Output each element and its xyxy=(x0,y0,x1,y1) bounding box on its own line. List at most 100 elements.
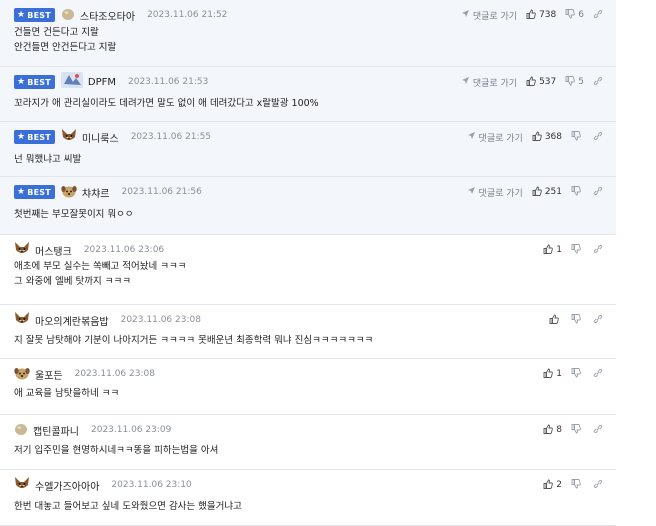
downvote-button[interactable] xyxy=(571,185,584,199)
downvote-button[interactable] xyxy=(571,478,584,492)
comment: 수엘가즈아아아 2023.11.06 23:10 한번 대놓고 들어보고 싶네 도와… xyxy=(0,470,616,526)
comment-header: 마오의계란볶음밥 2023.11.06 23:08 xyxy=(14,311,201,330)
fox-icon[interactable] xyxy=(14,311,30,330)
link-icon xyxy=(593,424,606,437)
link-button[interactable] xyxy=(593,314,606,327)
comment-header: ★ BEST 챠챠르 2023.11.06 21:56 xyxy=(14,184,202,200)
comment-actions: 댓글로 가기 537 5 xyxy=(452,74,606,90)
nickname[interactable]: 마오의계란볶음밥 xyxy=(35,313,109,328)
comment-actions: 댓글로 가기 368 xyxy=(458,129,606,145)
nickname[interactable]: 울포든 xyxy=(35,367,63,382)
upvote-button[interactable] xyxy=(549,314,562,327)
comment-header: ★ BEST DPFM 2023.11.06 21:53 xyxy=(14,72,208,92)
upvote-button[interactable]: 251 xyxy=(532,186,562,199)
link-button[interactable] xyxy=(593,131,606,144)
egg-icon[interactable] xyxy=(61,6,75,25)
downvote-button[interactable] xyxy=(571,313,584,327)
link-icon xyxy=(593,76,606,89)
nickname[interactable]: DPFM xyxy=(88,77,116,88)
fox-icon[interactable] xyxy=(14,241,30,260)
reply-label: 댓글로 가기 xyxy=(478,188,523,199)
comment-text: 저기 입주민을 현명하시네ㅋㅋ똥을 피하는법을 아셔 xyxy=(14,445,219,456)
upvote-button[interactable]: 2 xyxy=(543,479,562,492)
fox-icon[interactable] xyxy=(14,476,30,495)
thumbs-down-icon xyxy=(571,313,584,327)
comment-header: 캡틴콜파니 2023.11.06 23:09 xyxy=(14,422,171,438)
comment-header: 울포든 2023.11.06 23:08 xyxy=(14,366,155,382)
upvote-count: 738 xyxy=(539,10,557,20)
upvote-button[interactable]: 537 xyxy=(526,76,556,89)
reply-arrow-icon xyxy=(461,76,473,88)
comment-header: 수엘가즈아아아 2023.11.06 23:10 xyxy=(14,476,192,495)
fox-icon[interactable] xyxy=(61,128,77,147)
thumbs-up-icon xyxy=(543,244,556,257)
comment-date: 2023.11.06 21:56 xyxy=(121,187,202,197)
comment-actions: 8 xyxy=(534,422,606,438)
nickname[interactable]: 머스탱크 xyxy=(35,243,72,258)
upvote-button[interactable]: 8 xyxy=(543,424,562,437)
comment-actions: 1 xyxy=(534,242,606,258)
egg-icon[interactable] xyxy=(14,421,28,440)
link-icon xyxy=(593,131,606,144)
upvote-count: 251 xyxy=(544,187,562,197)
reply-link[interactable]: 댓글로 가기 xyxy=(467,186,523,199)
comment-date: 2023.11.06 23:10 xyxy=(111,480,192,490)
downvote-button[interactable] xyxy=(571,367,584,381)
nickname[interactable]: 미니룩스 xyxy=(82,130,119,145)
best-badge-label: BEST xyxy=(27,187,51,197)
comment-header: ★ BEST 미니룩스 2023.11.06 21:55 xyxy=(14,128,211,147)
downvote-button[interactable] xyxy=(571,423,584,437)
best-badge-label: BEST xyxy=(27,77,51,87)
dog-icon[interactable] xyxy=(14,365,30,384)
comment-actions: 1 xyxy=(534,366,606,382)
downvote-button[interactable] xyxy=(571,130,584,144)
upvote-count: 1 xyxy=(556,369,562,379)
thumbs-down-icon xyxy=(565,75,578,89)
best-comment: ★ BEST 스타조오타아 2023.11.06 21:52 건들면 건든다고 지랄 안건… xyxy=(0,0,616,67)
link-button[interactable] xyxy=(593,479,606,492)
reply-label: 댓글로 가기 xyxy=(472,11,518,22)
downvote-button[interactable] xyxy=(571,243,584,257)
upvote-button[interactable]: 738 xyxy=(526,9,556,22)
thumbs-down-icon xyxy=(571,243,584,257)
link-icon xyxy=(593,244,606,257)
link-button[interactable] xyxy=(593,424,606,437)
comment-text: 안건들면 안건든다고 지랄 xyxy=(14,42,117,53)
thumbs-down-icon xyxy=(571,185,584,199)
nickname[interactable]: 스타조오타아 xyxy=(80,8,135,23)
thumbs-up-icon xyxy=(532,186,545,199)
link-button[interactable] xyxy=(593,368,606,381)
thumbs-down-icon xyxy=(571,478,584,492)
downvote-button[interactable]: 6 xyxy=(565,8,584,22)
comment-text: 한번 대놓고 들어보고 싶네 도와줬으면 감사는 했을거냐고 xyxy=(14,501,242,512)
reply-link[interactable]: 댓글로 가기 xyxy=(467,131,523,144)
upvote-count: 537 xyxy=(539,77,557,87)
thumbs-up-icon xyxy=(526,9,539,22)
link-icon xyxy=(593,368,606,381)
dog-icon[interactable] xyxy=(61,183,77,202)
thumbs-up-icon xyxy=(543,479,556,492)
comment: 캡틴콜파니 2023.11.06 23:09 저기 입주민을 현명하시네ㅋㅋ똥을 피… xyxy=(0,415,616,470)
upvote-count: 8 xyxy=(556,425,562,435)
best-badge: ★ BEST xyxy=(14,75,55,89)
comment: 울포든 2023.11.06 23:08 애 교육을 남탓을하네 ㅋㅋ 1 xyxy=(0,359,616,415)
star-icon: ★ xyxy=(17,186,26,197)
nickname[interactable]: 수엘가즈아아아 xyxy=(35,478,99,493)
comment-text: 애 교육을 남탓을하네 ㅋㅋ xyxy=(14,388,120,399)
dpfm-icon[interactable] xyxy=(60,72,83,92)
nickname[interactable]: 챠챠르 xyxy=(82,185,110,200)
upvote-button[interactable]: 1 xyxy=(543,368,562,381)
downvote-button[interactable]: 5 xyxy=(565,75,584,89)
link-button[interactable] xyxy=(593,9,606,22)
link-button[interactable] xyxy=(593,186,606,199)
upvote-button[interactable]: 1 xyxy=(543,244,562,257)
reply-link[interactable]: 댓글로 가기 xyxy=(461,9,517,22)
nickname[interactable]: 캡틴콜파니 xyxy=(33,423,79,438)
reply-link[interactable]: 댓글로 가기 xyxy=(461,76,517,89)
upvote-count: 2 xyxy=(556,480,562,490)
best-comment: ★ BEST 챠챠르 2023.11.06 21:56 첫번째는 부모잘못이지 뭐ㅇㅇ 댓… xyxy=(0,177,616,235)
upvote-button[interactable]: 368 xyxy=(532,131,562,144)
link-button[interactable] xyxy=(593,244,606,257)
reply-arrow-icon xyxy=(467,186,479,198)
link-button[interactable] xyxy=(593,76,606,89)
